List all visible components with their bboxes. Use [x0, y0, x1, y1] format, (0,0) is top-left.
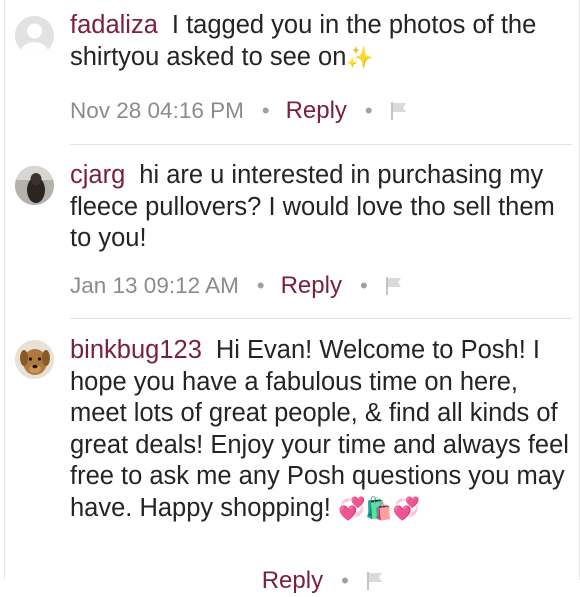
dot-separator: •: [261, 98, 270, 123]
comment-message: hi are u interested in purchasing my fle…: [70, 161, 555, 252]
left-border: [4, 0, 5, 580]
comment-meta: Nov 28 04:16 PM • Reply •: [70, 95, 409, 127]
comment-meta: Jan 13 09:12 AM • Reply •: [70, 270, 404, 302]
comment-meta: • Reply •: [70, 565, 385, 597]
comment-text: binkbug123 Hi Evan! Welcome to Posh! I ho…: [70, 335, 570, 525]
dog-photo-avatar[interactable]: [15, 340, 54, 379]
flag-icon[interactable]: [389, 101, 409, 121]
sparkles-icon: ✨: [346, 45, 374, 71]
comment-divider: [70, 318, 572, 319]
comment-timestamp: Jan 13 09:12 AM: [70, 273, 239, 298]
comment-username[interactable]: binkbug123: [70, 336, 202, 364]
user-photo-avatar[interactable]: [15, 166, 54, 205]
dot-separator: •: [359, 273, 368, 298]
comment-text: cjarg hi are u interested in purchasing m…: [70, 160, 570, 255]
hearts-shopping-bag-emoji: 💞🛍️💞: [337, 496, 421, 522]
reply-link[interactable]: Reply: [262, 565, 323, 597]
dot-separator: •: [364, 98, 373, 123]
comment-username[interactable]: fadaliza: [70, 11, 158, 39]
flag-icon[interactable]: [384, 276, 404, 296]
default-user-avatar-icon[interactable]: [15, 16, 54, 55]
comment-text: fadaliza I tagged you in the photos of th…: [70, 10, 570, 74]
flag-icon[interactable]: [365, 571, 385, 591]
dot-separator: •: [341, 568, 349, 593]
reply-link[interactable]: Reply: [286, 95, 347, 127]
comment-timestamp: Nov 28 04:16 PM: [70, 98, 244, 123]
comment-divider: [70, 144, 572, 145]
dot-separator: •: [256, 273, 265, 298]
comment-username[interactable]: cjarg: [70, 161, 125, 189]
reply-link[interactable]: Reply: [281, 270, 342, 302]
